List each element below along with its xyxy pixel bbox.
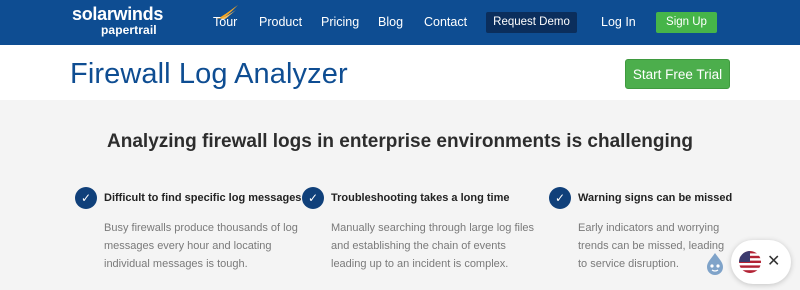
us-flag-icon[interactable] xyxy=(739,251,761,273)
logo-main-text: solarwinds xyxy=(72,4,164,24)
login-link[interactable]: Log In xyxy=(601,15,636,30)
nav-link-pricing[interactable]: Pricing xyxy=(321,15,359,30)
start-free-trial-button[interactable]: Start Free Trial xyxy=(625,59,730,89)
check-icon: ✓ xyxy=(302,187,324,209)
close-icon[interactable]: ✕ xyxy=(767,251,780,273)
request-demo-button[interactable]: Request Demo xyxy=(486,12,577,33)
check-icon: ✓ xyxy=(549,187,571,209)
logo-sub-text: papertrail xyxy=(101,23,157,37)
top-navigation: solarwinds papertrail Tour Product Prici… xyxy=(0,0,800,45)
nav-link-tour[interactable]: Tour xyxy=(213,15,237,30)
nav-link-blog[interactable]: Blog xyxy=(378,15,403,30)
section-headline: Analyzing firewall logs in enterprise en… xyxy=(107,131,693,152)
title-bar: Firewall Log Analyzer Start Free Trial xyxy=(0,45,800,100)
feature-title: Troubleshooting takes a long time xyxy=(331,192,510,204)
check-icon: ✓ xyxy=(75,187,97,209)
signup-button[interactable]: Sign Up xyxy=(656,12,717,33)
feature-description: Manually searching through large log fil… xyxy=(331,222,535,270)
feature-title: Difficult to find specific log messages xyxy=(104,192,302,204)
solarwinds-papertrail-logo[interactable]: solarwinds papertrail xyxy=(72,4,238,37)
chat-assistant-icon[interactable] xyxy=(702,251,728,277)
language-selector-widget: ✕ xyxy=(731,240,791,284)
nav-link-product[interactable]: Product xyxy=(259,15,302,30)
feature-title: Warning signs can be missed xyxy=(578,192,733,204)
page-title: Firewall Log Analyzer xyxy=(70,58,348,90)
feature-description: Busy firewalls produce thousands of log … xyxy=(104,222,298,270)
nav-link-contact[interactable]: Contact xyxy=(424,15,467,30)
